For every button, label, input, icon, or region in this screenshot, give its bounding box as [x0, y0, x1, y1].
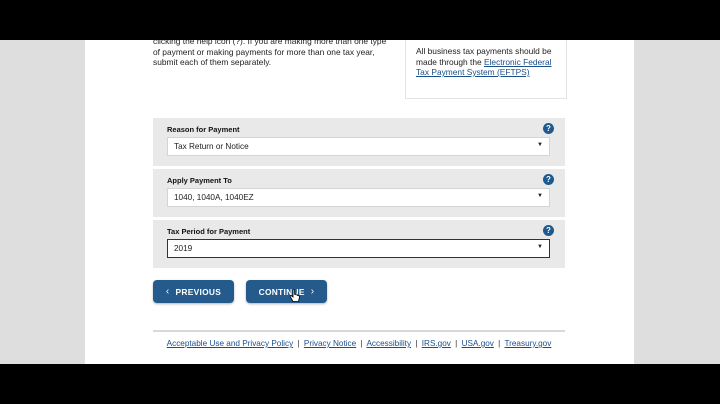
browser-viewport: clicking the help icon (?). If you are m… [0, 40, 720, 364]
footer-link-irs-gov[interactable]: IRS.gov [422, 339, 451, 348]
chevron-down-icon: ▼ [537, 142, 543, 148]
tax-period-label: Tax Period for Payment [167, 227, 251, 236]
previous-button[interactable]: ‹ PREVIOUS [153, 280, 234, 303]
intro-text: clicking the help icon (?). If you are m… [153, 40, 387, 67]
apply-payment-to-label: Apply Payment To [167, 176, 232, 185]
footer-divider [153, 330, 565, 332]
reason-for-payment-label: Reason for Payment [167, 125, 240, 134]
info-box-text: All business tax payments should be made… [416, 46, 556, 78]
reason-for-payment-value: Tax Return or Notice [174, 142, 249, 151]
footer-separator: | [415, 339, 418, 348]
tax-period-field: Tax Period for Payment ? 2019 ▼ [153, 220, 565, 268]
apply-payment-to-field: Apply Payment To ? 1040, 1040A, 1040EZ ▼ [153, 169, 565, 217]
reason-for-payment-select[interactable]: Tax Return or Notice ▼ [167, 137, 550, 156]
business-payment-info-box: All business tax payments should be made… [405, 40, 567, 99]
footer-separator: | [360, 339, 363, 348]
continue-button[interactable]: CONTINUE › [246, 280, 327, 303]
help-icon[interactable]: ? [543, 174, 554, 185]
reason-for-payment-field: Reason for Payment ? Tax Return or Notic… [153, 118, 565, 166]
payment-form-page: clicking the help icon (?). If you are m… [85, 40, 634, 364]
footer-link-usa-gov[interactable]: USA.gov [462, 339, 494, 348]
footer-link-privacy-notice[interactable]: Privacy Notice [304, 339, 356, 348]
chevron-right-icon: › [310, 286, 315, 297]
footer-separator: | [455, 339, 458, 348]
help-icon[interactable]: ? [543, 225, 554, 236]
footer-separator: | [498, 339, 501, 348]
tax-period-value: 2019 [174, 244, 193, 253]
tax-period-select[interactable]: 2019 ▼ [167, 239, 550, 258]
previous-button-label: PREVIOUS [175, 286, 222, 297]
footer-separator: | [297, 339, 300, 348]
apply-payment-to-select[interactable]: 1040, 1040A, 1040EZ ▼ [167, 188, 550, 207]
apply-payment-to-value: 1040, 1040A, 1040EZ [174, 193, 254, 202]
chevron-down-icon: ▼ [537, 193, 543, 199]
chevron-left-icon: ‹ [165, 286, 170, 297]
footer-link-acceptable-use[interactable]: Acceptable Use and Privacy Policy [167, 339, 294, 348]
footer-link-accessibility[interactable]: Accessibility [366, 339, 411, 348]
chevron-down-icon: ▼ [537, 244, 543, 250]
help-icon[interactable]: ? [543, 123, 554, 134]
footer-links: Acceptable Use and Privacy Policy | Priv… [153, 339, 565, 348]
footer-link-treasury-gov[interactable]: Treasury.gov [504, 339, 551, 348]
